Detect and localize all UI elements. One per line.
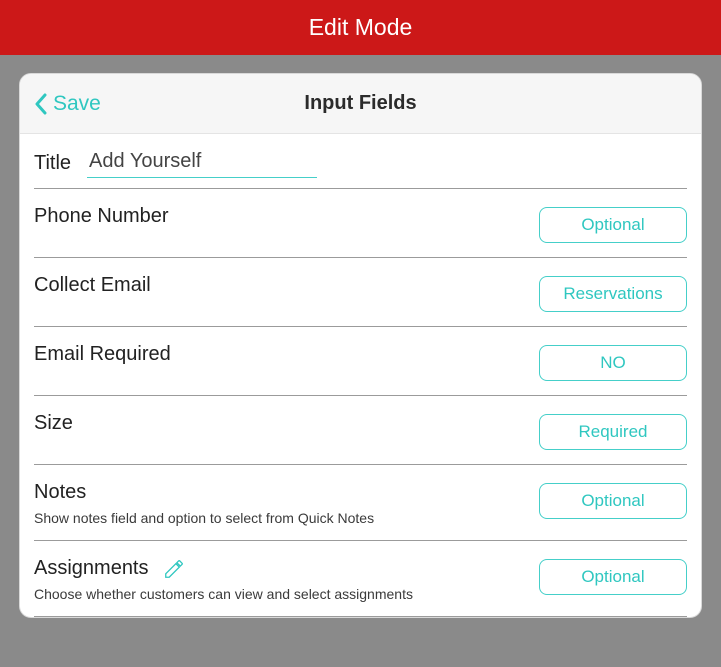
email-required-selector[interactable]: NO [539,345,687,381]
size-row: Size Required [34,396,687,465]
assignments-row: Assignments Choose whether customers can… [34,541,687,617]
collect-email-value: Reservations [563,284,662,304]
back-label: Save [53,92,101,116]
assignments-value: Optional [581,567,644,587]
chevron-left-icon [34,93,47,115]
collect-email-label: Collect Email [34,274,151,297]
modal-header: Save Input Fields [20,74,701,134]
title-label: Title [34,152,71,175]
assignments-selector[interactable]: Optional [539,559,687,595]
assignments-label: Assignments [34,557,149,580]
phone-number-label: Phone Number [34,205,169,228]
phone-number-selector[interactable]: Optional [539,207,687,243]
pencil-icon[interactable] [163,558,185,580]
size-label: Size [34,412,73,435]
title-row: Title [34,134,687,189]
notes-subtext: Show notes field and option to select fr… [34,510,539,526]
assignments-subtext: Choose whether customers can view and se… [34,586,539,602]
title-input[interactable] [87,148,317,178]
phone-number-value: Optional [581,215,644,235]
email-required-label: Email Required [34,343,171,366]
email-required-row: Email Required NO [34,327,687,396]
size-value: Required [579,422,648,442]
collect-email-row: Collect Email Reservations [34,258,687,327]
banner-title: Edit Mode [309,14,413,41]
collect-email-selector[interactable]: Reservations [539,276,687,312]
edit-mode-banner: Edit Mode [0,0,721,55]
save-back-button[interactable]: Save [20,92,101,116]
notes-row: Notes Show notes field and option to sel… [34,465,687,541]
size-selector[interactable]: Required [539,414,687,450]
notes-label: Notes [34,481,86,504]
notes-value: Optional [581,491,644,511]
phone-number-row: Phone Number Optional [34,189,687,258]
modal-title: Input Fields [20,92,701,115]
input-fields-modal: Save Input Fields Title Phone Number Opt… [19,73,702,618]
email-required-value: NO [600,353,626,373]
notes-selector[interactable]: Optional [539,483,687,519]
